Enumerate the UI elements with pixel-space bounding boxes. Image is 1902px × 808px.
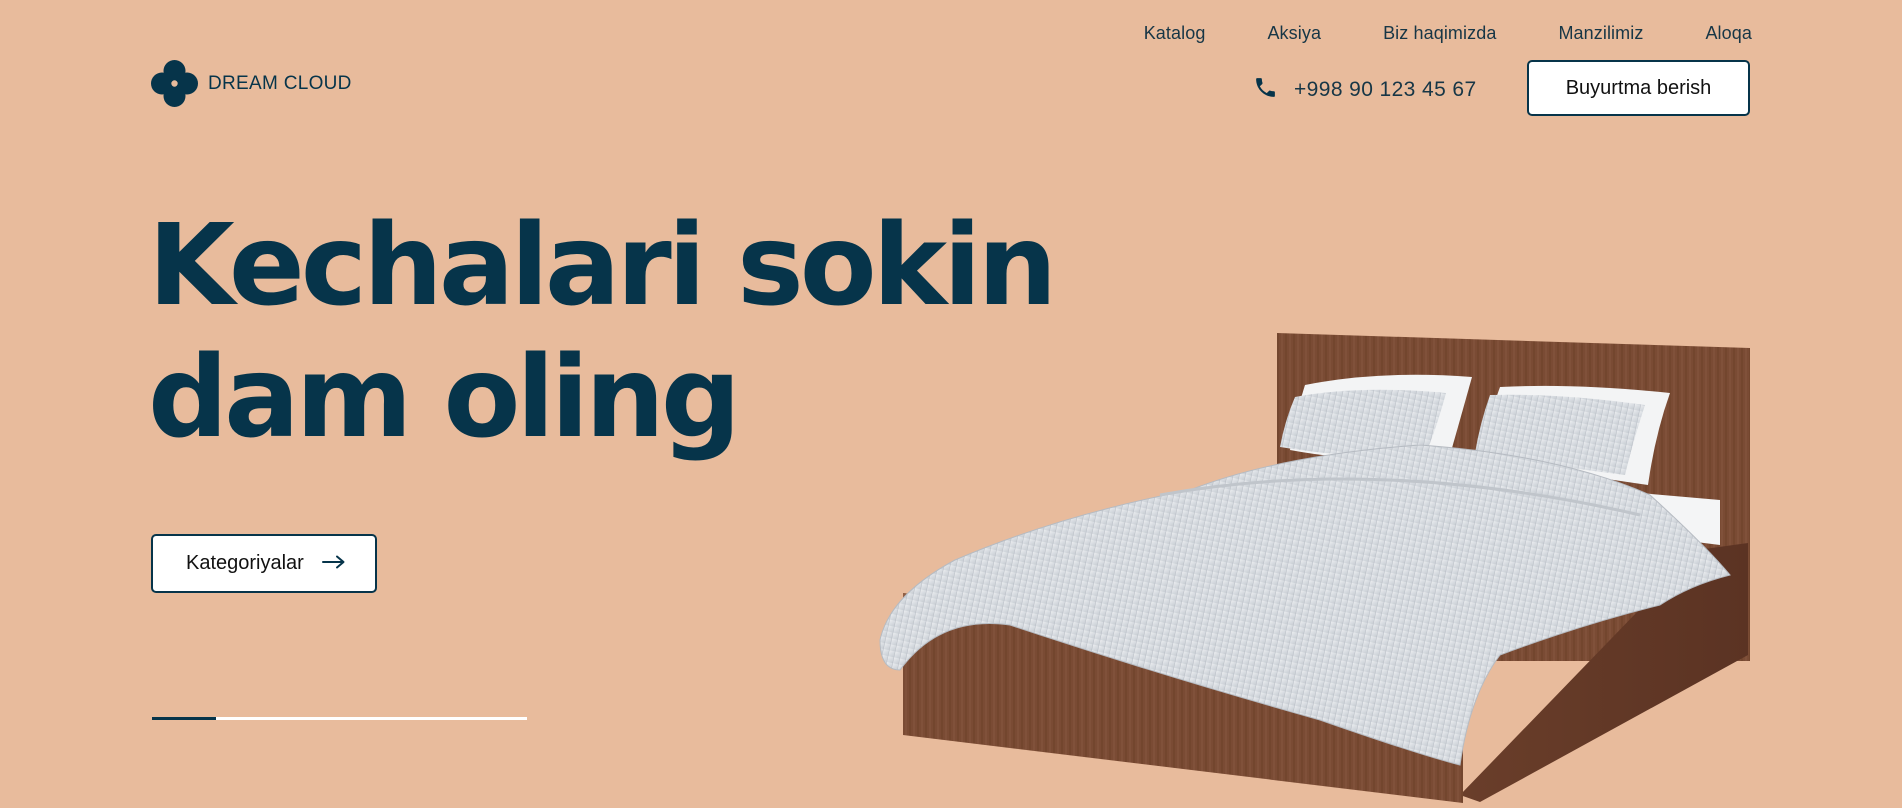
main-nav: Katalog Aksiya Biz haqimizda Manzilimiz … (1144, 21, 1752, 45)
slider-progress (152, 717, 527, 720)
categories-button[interactable]: Kategoriyalar (151, 534, 377, 593)
nav-item-aloqa[interactable]: Aloqa (1705, 21, 1752, 45)
logo-icon (151, 60, 198, 107)
arrow-right-icon (321, 552, 346, 575)
nav-item-biz-haqimizda[interactable]: Biz haqimizda (1383, 21, 1496, 45)
phone-link[interactable]: +998 90 123 45 67 (1253, 75, 1477, 105)
phone-icon (1253, 75, 1278, 105)
categories-button-label: Kategoriyalar (186, 552, 304, 574)
phone-number: +998 90 123 45 67 (1294, 78, 1477, 101)
bed-image (860, 325, 1760, 808)
nav-item-katalog[interactable]: Katalog (1144, 21, 1206, 45)
hero-title-line-1: Kechalari sokin (148, 201, 1057, 331)
slider-progress-fill (152, 717, 216, 720)
nav-item-aksiya[interactable]: Aksiya (1267, 21, 1321, 45)
brand-name: DREAM CLOUD (208, 72, 352, 94)
logo[interactable]: DREAM CLOUD (151, 60, 352, 107)
order-button[interactable]: Buyurtma berish (1527, 60, 1750, 116)
nav-item-manzilimiz[interactable]: Manzilimiz (1558, 21, 1643, 45)
